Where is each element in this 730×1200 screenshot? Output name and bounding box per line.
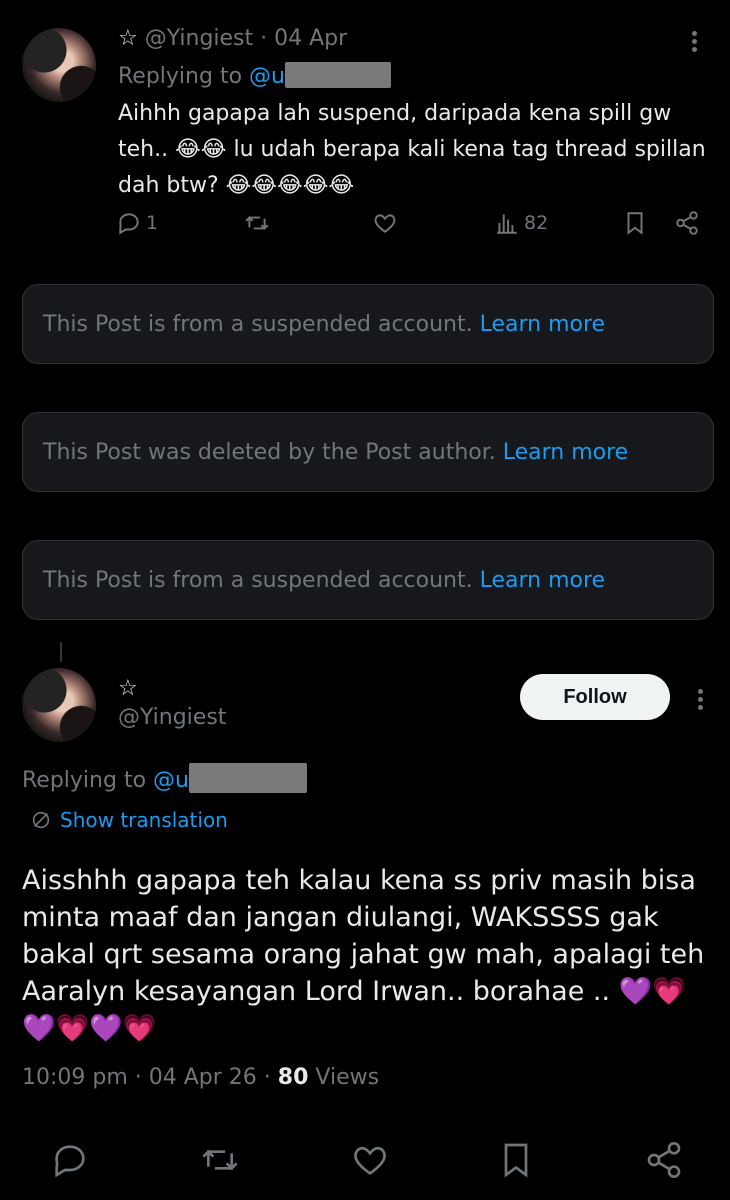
avatar[interactable]	[22, 28, 96, 102]
star-icon: ☆	[118, 26, 138, 51]
replying-to: Replying to @u	[22, 763, 307, 793]
tweet-text-line: Aihhh gapapa lah suspend, daripada kena …	[118, 101, 672, 126]
like-icon	[374, 214, 396, 233]
share-icon	[676, 211, 698, 235]
translate-icon	[32, 811, 50, 829]
learn-more-link[interactable]: Learn more	[503, 440, 628, 465]
views-button[interactable]: 82	[494, 210, 548, 236]
views-icon	[497, 214, 517, 234]
bookmark-button[interactable]	[622, 210, 648, 236]
replying-label: Replying to	[118, 64, 250, 89]
like-button[interactable]	[372, 210, 398, 236]
like-button[interactable]	[350, 1140, 390, 1184]
views-count: 82	[524, 212, 549, 234]
more-icon[interactable]	[698, 686, 703, 713]
reply-icon	[119, 213, 139, 235]
bookmark-button[interactable]	[496, 1140, 536, 1184]
tweet-text-line: teh.. 😂😂 lu udah berapa kali kena tag th…	[118, 137, 706, 162]
follow-button[interactable]: Follow	[520, 674, 670, 720]
reply-target-handle[interactable]: @u	[249, 64, 285, 89]
reply-icon	[55, 1145, 85, 1178]
username-handle[interactable]: @Yingiest	[145, 26, 253, 51]
more-icon[interactable]	[692, 28, 697, 55]
tweet-text: Aihhh gapapa lah suspend, daripada kena …	[118, 96, 708, 204]
tweet-actions	[50, 1140, 700, 1180]
show-translation-link[interactable]: Show translation	[30, 808, 228, 832]
share-button[interactable]	[674, 210, 700, 236]
retweet-icon	[202, 1149, 238, 1171]
bookmark-icon	[504, 1143, 528, 1178]
username-handle[interactable]: @Yingiest	[118, 705, 226, 730]
retweet-button[interactable]	[244, 210, 270, 236]
show-translation-label: Show translation	[60, 808, 228, 832]
share-icon	[647, 1142, 681, 1178]
tweet-time[interactable]: 10:09 pm · 04 Apr 26 ·	[22, 1065, 278, 1090]
views-label: Views	[308, 1065, 380, 1090]
tweet-date[interactable]: · 04 Apr	[260, 26, 347, 51]
tweet-timestamp: 10:09 pm · 04 Apr 26 · 80 Views	[22, 1065, 379, 1090]
suspended-post-notice: This Post is from a suspended account. L…	[22, 540, 714, 620]
replying-to: Replying to @u	[118, 62, 391, 89]
star-icon: ☆	[118, 676, 138, 701]
bookmark-icon	[627, 212, 643, 235]
views-count: 80	[277, 1065, 309, 1090]
avatar[interactable]	[22, 668, 96, 742]
reply-button[interactable]: 1	[116, 210, 158, 236]
like-icon	[354, 1146, 386, 1175]
tweet-actions: 1 82	[116, 210, 706, 246]
reply-count: 1	[146, 212, 159, 234]
thread-connector	[60, 642, 62, 662]
share-button[interactable]	[644, 1140, 684, 1184]
notice-text: This Post was deleted by the Post author…	[43, 439, 496, 465]
tweet-header: ☆ @Yingiest · 04 Apr	[118, 26, 347, 51]
tweet-text-line: dah btw? 😂😂😂😂😂	[118, 173, 355, 198]
notice-text: This Post is from a suspended account.	[43, 567, 473, 593]
redaction-box	[188, 763, 307, 793]
replying-label: Replying to	[22, 768, 154, 793]
tweet-text: Aisshhh gapapa teh kalau kena ss priv ma…	[22, 865, 705, 1044]
notice-text: This Post is from a suspended account.	[43, 311, 473, 337]
learn-more-link[interactable]: Learn more	[480, 568, 605, 593]
retweet-icon	[245, 216, 269, 230]
reply-button[interactable]	[50, 1140, 90, 1184]
redaction-box	[284, 62, 391, 88]
deleted-post-notice: This Post was deleted by the Post author…	[22, 412, 714, 492]
reply-target-handle[interactable]: @u	[153, 768, 189, 793]
retweet-button[interactable]	[200, 1140, 240, 1184]
learn-more-link[interactable]: Learn more	[480, 312, 605, 337]
suspended-post-notice: This Post is from a suspended account. L…	[22, 284, 714, 364]
